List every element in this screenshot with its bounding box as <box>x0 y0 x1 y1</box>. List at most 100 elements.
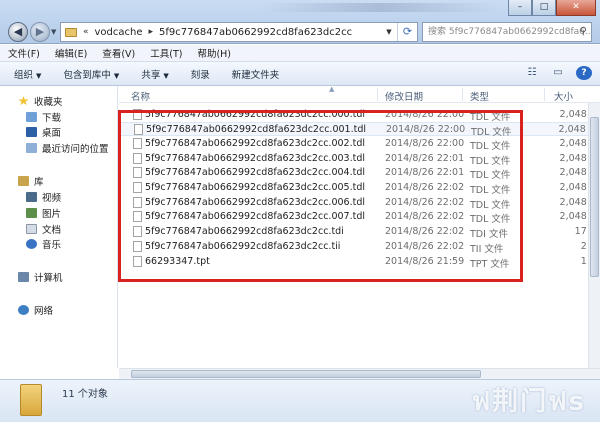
menu-tools[interactable]: 工具(T) <box>150 46 182 60</box>
file-date: 2014/8/26 22:01 <box>385 153 465 164</box>
file-name: 5f9c776847ab0662992cd8fa623dc2cc.003.tdl <box>145 153 365 164</box>
file-row[interactable]: 5f9c776847ab0662992cd8fa623dc2cc.006.tdl… <box>119 196 600 211</box>
horizontal-scroll-thumb[interactable] <box>131 370 481 378</box>
nav-computer-label: 计算机 <box>34 273 63 284</box>
nav-downloads-label: 下载 <box>42 113 62 124</box>
address-dropdown-icon[interactable]: ▼ <box>381 23 397 41</box>
burn-button[interactable]: 刻录 <box>191 67 210 81</box>
minimize-button[interactable]: – <box>508 0 532 16</box>
breadcrumb-vodcache[interactable]: vodcache <box>95 27 143 38</box>
nav-downloads[interactable]: 下载 <box>26 110 61 124</box>
file-name: 5f9c776847ab0662992cd8fa623dc2cc.004.tdl <box>145 167 365 178</box>
column-name[interactable]: 名称 <box>131 89 150 103</box>
vertical-scrollbar[interactable] <box>588 103 600 368</box>
file-type: TDL 文件 <box>470 141 511 152</box>
menu-help[interactable]: 帮助(H) <box>197 46 231 60</box>
nav-libraries[interactable]: 库 <box>18 174 44 188</box>
file-row[interactable]: 5f9c776847ab0662992cd8fa623dc2cc.001.tdl… <box>119 122 600 138</box>
breadcrumb-separator[interactable]: ▸ <box>149 27 154 37</box>
include-in-library-button[interactable]: 包含到库中 ▼ <box>63 67 119 81</box>
window-title-blur <box>260 3 500 12</box>
nav-network[interactable]: 网络 <box>18 303 53 317</box>
history-dropdown[interactable]: ▼ <box>51 28 56 36</box>
nav-videos-label: 视频 <box>42 193 62 204</box>
downloads-icon <box>26 112 37 122</box>
new-folder-button[interactable]: 新建文件夹 <box>232 67 280 81</box>
file-type: TDL 文件 <box>470 170 511 181</box>
file-date: 2014/8/26 22:01 <box>385 167 465 178</box>
file-type: TII 文件 <box>470 244 504 255</box>
column-divider[interactable] <box>377 88 378 101</box>
share-label: 共享 <box>141 69 161 81</box>
file-icon <box>133 138 142 149</box>
file-row[interactable]: 5f9c776847ab0662992cd8fa623dc2cc.002.tdl… <box>119 137 600 152</box>
file-name: 66293347.tpt <box>145 256 210 267</box>
nav-documents-label: 文档 <box>42 225 62 236</box>
search-input[interactable]: 搜索 5f9c776847ab0662992cd8fa6... ⚲ <box>422 22 592 42</box>
file-type: TDL 文件 <box>470 112 511 123</box>
file-row[interactable]: 5f9c776847ab0662992cd8fa623dc2cc.007.tdl… <box>119 210 600 225</box>
menu-edit[interactable]: 编辑(E) <box>55 46 87 60</box>
file-row[interactable]: 5f9c776847ab0662992cd8fa623dc2cc.tii 201… <box>119 240 600 255</box>
file-type: TDL 文件 <box>471 127 512 138</box>
file-row[interactable]: 5f9c776847ab0662992cd8fa623dc2cc.003.tdl… <box>119 152 600 167</box>
preview-pane-icon[interactable]: ▭ <box>550 66 566 80</box>
help-icon[interactable]: ? <box>576 66 592 80</box>
chevron-down-icon: ▼ <box>113 71 120 80</box>
folder-icon <box>65 27 77 37</box>
column-divider[interactable] <box>462 88 463 101</box>
nav-desktop-label: 桌面 <box>42 128 62 139</box>
file-name: 5f9c776847ab0662992cd8fa623dc2cc.006.tdl <box>145 197 365 208</box>
organize-label: 组织 <box>14 69 34 81</box>
file-row[interactable]: 66293347.tpt 2014/8/26 21:59 TPT 文件 1 K <box>119 255 600 270</box>
file-row[interactable]: 5f9c776847ab0662992cd8fa623dc2cc.tdi 201… <box>119 225 600 240</box>
file-name: 5f9c776847ab0662992cd8fa623dc2cc.007.tdl <box>145 211 365 222</box>
file-name: 5f9c776847ab0662992cd8fa623dc2cc.tii <box>145 241 341 252</box>
file-row[interactable]: 5f9c776847ab0662992cd8fa623dc2cc.004.tdl… <box>119 166 600 181</box>
share-button[interactable]: 共享 ▼ <box>141 67 168 81</box>
vertical-scroll-thumb[interactable] <box>590 117 599 277</box>
chevron-down-icon: ▼ <box>163 71 169 80</box>
maximize-button[interactable]: □ <box>532 0 556 16</box>
nav-desktop[interactable]: 桌面 <box>26 125 61 139</box>
file-row[interactable]: 5f9c776847ab0662992cd8fa623dc2cc.005.tdl… <box>119 181 600 196</box>
menu-file[interactable]: 文件(F) <box>8 46 40 60</box>
refresh-icon[interactable]: ⟳ <box>397 23 417 41</box>
organize-button[interactable]: 组织 ▼ <box>14 67 41 81</box>
menu-view[interactable]: 查看(V) <box>102 46 135 60</box>
file-list: ▲ 名称 修改日期 类型 大小 5f9c776847ab0662992cd8fa… <box>119 85 600 368</box>
file-date: 2014/8/26 22:02 <box>385 197 465 208</box>
breadcrumb-overflow[interactable]: « <box>83 27 89 37</box>
nav-pictures[interactable]: 图片 <box>26 206 61 220</box>
file-row[interactable]: 5f9c776847ab0662992cd8fa623dc2cc.000.tdl… <box>119 108 600 123</box>
breadcrumb-current-folder[interactable]: 5f9c776847ab0662992cd8fa623dc2cc <box>159 27 352 38</box>
item-count: 11 个对象 <box>62 389 108 400</box>
close-button[interactable]: ✕ <box>556 0 596 16</box>
nav-videos[interactable]: 视频 <box>26 190 61 204</box>
nav-music[interactable]: 音乐 <box>26 237 61 251</box>
column-divider[interactable] <box>544 88 545 101</box>
nav-recent-places[interactable]: 最近访问的位置 <box>26 141 109 155</box>
nav-favorites[interactable]: 收藏夹 <box>18 94 63 108</box>
forward-button[interactable]: ▶ <box>30 22 50 42</box>
nav-computer[interactable]: 计算机 <box>18 270 63 284</box>
horizontal-scrollbar[interactable] <box>119 368 600 379</box>
file-name: 5f9c776847ab0662992cd8fa623dc2cc.tdi <box>145 226 344 237</box>
column-size[interactable]: 大小 <box>554 89 573 103</box>
watermark-logo: ฟ荆门ฟs <box>471 387 586 417</box>
arrow-right-icon: ▶ <box>35 25 45 38</box>
column-type[interactable]: 类型 <box>470 89 489 103</box>
file-icon <box>133 167 142 178</box>
search-placeholder: 搜索 5f9c776847ab0662992cd8fa6... <box>428 27 592 37</box>
column-date-modified[interactable]: 修改日期 <box>385 89 423 103</box>
file-type: TDL 文件 <box>470 156 511 167</box>
nav-documents[interactable]: 文档 <box>26 222 61 236</box>
address-bar[interactable]: « vodcache ▸ 5f9c776847ab0662992cd8fa623… <box>60 22 418 42</box>
view-options-icon[interactable]: ☷ <box>524 66 540 80</box>
pictures-icon <box>26 208 37 218</box>
title-bar: – □ ✕ ◀ ▶ ▼ « vodcache ▸ 5f9c776847ab066… <box>0 0 600 44</box>
star-icon <box>18 96 29 106</box>
file-date: 2014/8/26 22:02 <box>385 226 465 237</box>
nav-recent-label: 最近访问的位置 <box>42 144 109 155</box>
back-button[interactable]: ◀ <box>8 22 28 42</box>
